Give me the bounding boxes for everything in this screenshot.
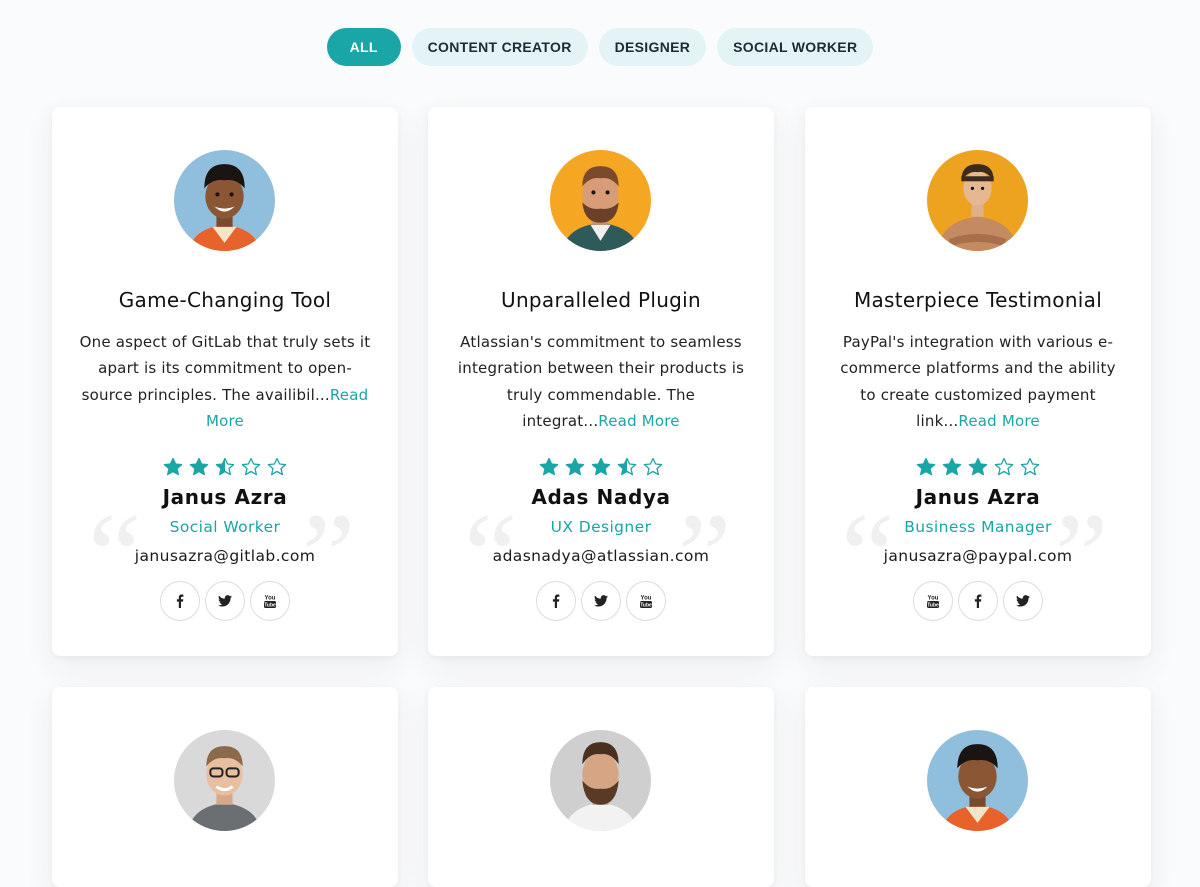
star-full-icon xyxy=(916,457,936,476)
svg-text:Tube: Tube xyxy=(264,603,276,609)
avatar xyxy=(550,730,651,831)
facebook-link[interactable] xyxy=(160,581,200,621)
reviewer-email: adasnadya@atlassian.com xyxy=(492,547,710,565)
svg-text:Tube: Tube xyxy=(640,603,652,609)
avatar xyxy=(927,150,1028,251)
testimonial-card xyxy=(805,687,1151,887)
testimonial-card: Masterpiece Testimonial PayPal's integra… xyxy=(805,107,1151,656)
youtube-icon: You Tube xyxy=(926,593,940,609)
reviewer-name: Adas Nadya xyxy=(531,485,671,509)
star-full-icon xyxy=(163,457,183,476)
star-empty-icon xyxy=(267,457,287,476)
reviewer-email: janusazra@paypal.com xyxy=(883,547,1073,565)
testimonial-card xyxy=(52,687,398,887)
testimonial-title: Game-Changing Tool xyxy=(118,288,332,312)
youtube-link[interactable]: You Tube xyxy=(250,581,290,621)
facebook-icon xyxy=(173,594,187,608)
avatar xyxy=(174,730,275,831)
star-full-icon xyxy=(591,457,611,476)
svg-text:You: You xyxy=(265,596,276,602)
star-full-icon xyxy=(565,457,585,476)
testimonial-card xyxy=(428,687,774,887)
facebook-icon xyxy=(971,594,985,608)
reviewer-role: UX Designer xyxy=(550,518,652,536)
twitter-icon xyxy=(1016,595,1030,607)
testimonial-title: Unparalleled Plugin xyxy=(501,288,701,312)
reviewer-role: Social Worker xyxy=(169,518,281,536)
youtube-link[interactable]: You Tube xyxy=(626,581,666,621)
svg-text:You: You xyxy=(641,596,652,602)
rating-stars xyxy=(52,457,398,477)
social-links: You Tube xyxy=(428,581,774,621)
twitter-icon xyxy=(594,595,608,607)
twitter-icon xyxy=(218,595,232,607)
facebook-icon xyxy=(549,594,563,608)
filter-content-creator[interactable]: CONTENT CREATOR xyxy=(411,28,588,66)
star-empty-icon xyxy=(241,457,261,476)
avatar xyxy=(550,150,651,251)
rating-stars xyxy=(805,457,1151,477)
social-links: You Tube xyxy=(805,581,1151,621)
testimonial-text: Atlassian's commitment to seamless integ… xyxy=(454,329,748,434)
testimonial-card: Game-Changing Tool One aspect of GitLab … xyxy=(52,107,398,656)
youtube-link[interactable]: You Tube xyxy=(913,581,953,621)
youtube-icon: You Tube xyxy=(639,593,653,609)
rating-stars xyxy=(428,457,774,477)
avatar xyxy=(927,730,1028,831)
star-full-icon xyxy=(942,457,962,476)
read-more-link[interactable]: Read More xyxy=(598,412,679,430)
svg-text:Tube: Tube xyxy=(927,603,939,609)
youtube-icon: You Tube xyxy=(263,593,277,609)
star-full-icon xyxy=(189,457,209,476)
filter-social-worker[interactable]: SOCIAL WORKER xyxy=(717,28,874,66)
filter-all[interactable]: ALL xyxy=(326,28,401,66)
social-links: You Tube xyxy=(52,581,398,621)
svg-text:You: You xyxy=(928,596,939,602)
star-empty-icon xyxy=(994,457,1014,476)
avatar xyxy=(174,150,275,251)
reviewer-role: Business Manager xyxy=(904,518,1052,536)
reviewer-name: Janus Azra xyxy=(915,485,1041,509)
star-empty-icon xyxy=(1020,457,1040,476)
twitter-link[interactable] xyxy=(1003,581,1043,621)
star-half-icon xyxy=(215,457,235,476)
filter-bar: ALL CONTENT CREATOR DESIGNER SOCIAL WORK… xyxy=(0,28,1200,66)
twitter-link[interactable] xyxy=(205,581,245,621)
testimonial-text: One aspect of GitLab that truly sets it … xyxy=(78,329,372,434)
facebook-link[interactable] xyxy=(958,581,998,621)
star-empty-icon xyxy=(643,457,663,476)
testimonial-title: Masterpiece Testimonial xyxy=(853,288,1103,312)
testimonial-card: Unparalleled Plugin Atlassian's commitme… xyxy=(428,107,774,656)
facebook-link[interactable] xyxy=(536,581,576,621)
testimonial-excerpt: One aspect of GitLab that truly sets it … xyxy=(79,333,371,404)
star-full-icon xyxy=(539,457,559,476)
filter-designer[interactable]: DESIGNER xyxy=(598,28,707,66)
star-half-icon xyxy=(617,457,637,476)
testimonial-text: PayPal's integration with various e-comm… xyxy=(831,329,1125,434)
star-full-icon xyxy=(968,457,988,476)
reviewer-name: Janus Azra xyxy=(162,485,288,509)
read-more-link[interactable]: Read More xyxy=(958,412,1039,430)
twitter-link[interactable] xyxy=(581,581,621,621)
reviewer-email: janusazra@gitlab.com xyxy=(134,547,316,565)
